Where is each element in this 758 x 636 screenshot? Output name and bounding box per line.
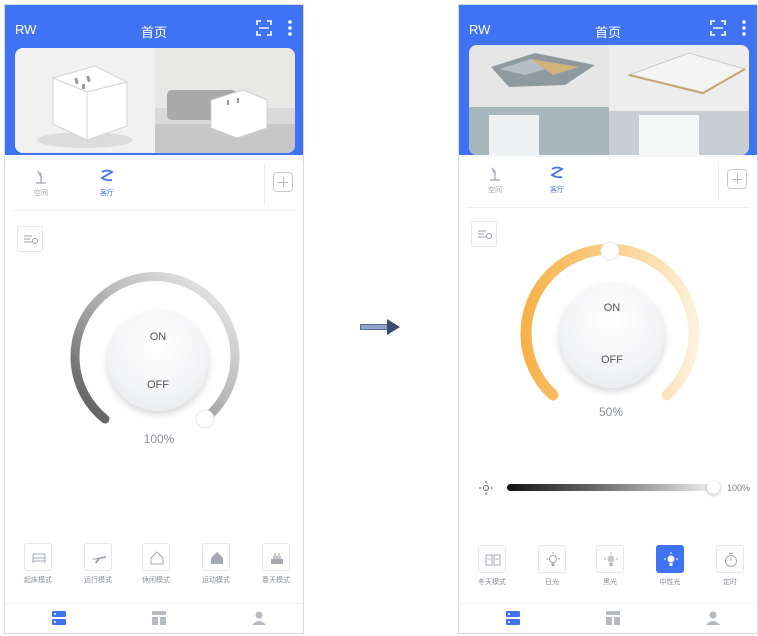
off-label[interactable]: OFF <box>108 379 208 391</box>
on-label[interactable]: ON <box>560 302 664 314</box>
tabs-divider <box>13 210 295 211</box>
home-nav-icon[interactable] <box>505 610 521 626</box>
mode-label: 中性光 <box>659 579 681 586</box>
brightness-icon <box>479 481 493 495</box>
mode-spring[interactable]: 春天模式 <box>259 543 293 585</box>
transition-arrow-icon <box>360 319 400 335</box>
scene-settings-button[interactable] <box>17 226 43 252</box>
bottom-nav <box>459 603 757 633</box>
tab-living-room[interactable]: 客厅 <box>85 166 129 198</box>
mode-label: 运动模式 <box>202 577 230 584</box>
power-knob[interactable]: ON OFF <box>108 311 208 411</box>
tab-divider <box>718 161 719 203</box>
mode-label: 定时 <box>723 579 737 586</box>
mode-label: 春天模式 <box>262 577 290 584</box>
tab-divider <box>264 164 265 206</box>
ceiling-light-image <box>469 45 749 155</box>
book-icon <box>485 554 501 566</box>
room-control-card: 空间 客厅 <box>459 157 757 633</box>
add-room-button[interactable] <box>727 169 747 189</box>
product-banner[interactable] <box>15 48 295 153</box>
mode-warm-light[interactable]: 黑光 <box>593 545 627 587</box>
mode-label: 冬天模式 <box>478 579 506 586</box>
mode-wake[interactable]: 起床模式 <box>21 543 55 585</box>
mode-leisure[interactable]: 休闲模式 <box>139 543 173 585</box>
dial-handle[interactable] <box>195 409 215 429</box>
tab-living-room[interactable]: 客厅 <box>535 163 579 195</box>
brightness-value: 100% <box>727 483 751 493</box>
mode-timer[interactable]: 定时 <box>713 545 747 587</box>
mode-label: 日光 <box>545 579 559 586</box>
mode-winter[interactable]: 冬天模式 <box>475 545 509 587</box>
mode-daylight[interactable]: 日光 <box>535 545 569 587</box>
settings-list-icon <box>478 230 492 239</box>
dial-handle[interactable] <box>600 241 620 261</box>
bulb-icon <box>664 552 678 566</box>
profile-nav-icon[interactable] <box>251 610 267 626</box>
app-header: RW 首页 <box>5 5 303 155</box>
house-filled-icon <box>211 552 223 564</box>
mode-label: 黑光 <box>603 579 617 586</box>
smart-plug-image <box>15 48 295 153</box>
tab-space[interactable]: 空间 <box>19 166 63 198</box>
tab-label: 空间 <box>34 190 48 197</box>
bottom-nav <box>5 603 303 633</box>
bulb-icon <box>546 552 560 566</box>
mode-neutral-light[interactable]: 中性光 <box>653 545 687 587</box>
phone-screen-right: RW 首页 空间 客厅 ON OFF 50% 100% 冬天模式 日光 黑光 中… <box>458 4 758 634</box>
brightness-slider-row: 100% <box>459 479 757 495</box>
bulb-icon <box>604 552 618 566</box>
room-tabs: 空间 客厅 <box>5 160 303 210</box>
house-outline-icon <box>150 551 164 565</box>
tab-label: 客厅 <box>100 190 114 197</box>
timer-icon <box>725 553 737 567</box>
power-knob[interactable]: ON OFF <box>560 284 664 388</box>
tab-label: 客厅 <box>550 187 564 194</box>
tab-space[interactable]: 空间 <box>473 163 517 195</box>
lamp-icon <box>490 167 500 181</box>
brightness-slider-thumb[interactable] <box>707 481 720 494</box>
product-banner[interactable] <box>469 45 749 155</box>
cake-icon <box>271 553 283 564</box>
add-room-button[interactable] <box>273 172 293 192</box>
lamp-icon <box>36 170 46 184</box>
phone-screen-left: RW 首页 空间 客厅 ON OFF 100% 起床模式 远行模式 休闲模式 运… <box>4 4 304 634</box>
room-control-card: 空间 客厅 <box>5 160 303 633</box>
living-room-icon <box>550 166 564 179</box>
brightness-percent: 100% <box>143 432 175 446</box>
more-icon[interactable] <box>741 18 747 38</box>
plane-icon <box>92 556 106 563</box>
brightness-percent: 50% <box>598 405 624 419</box>
tabs-divider <box>467 207 749 208</box>
scenes-nav-icon[interactable] <box>151 610 167 626</box>
scan-icon[interactable] <box>709 19 727 37</box>
scene-settings-button[interactable] <box>471 221 497 247</box>
mode-label: 休闲模式 <box>142 577 170 584</box>
tab-label: 空间 <box>488 187 502 194</box>
mode-travel[interactable]: 远行模式 <box>81 543 115 585</box>
brightness-slider-track[interactable] <box>507 484 715 491</box>
more-icon[interactable] <box>287 18 293 38</box>
scan-icon[interactable] <box>255 19 273 37</box>
app-header: RW 首页 <box>459 5 757 155</box>
bed-icon <box>32 553 46 563</box>
mode-sport[interactable]: 运动模式 <box>199 543 233 585</box>
mode-label: 起床模式 <box>24 577 52 584</box>
mode-label: 远行模式 <box>84 577 112 584</box>
settings-list-icon <box>24 235 38 244</box>
profile-nav-icon[interactable] <box>705 610 721 626</box>
off-label[interactable]: OFF <box>560 354 664 366</box>
room-tabs: 空间 客厅 <box>459 157 757 207</box>
scenes-nav-icon[interactable] <box>605 610 621 626</box>
on-label[interactable]: ON <box>108 331 208 343</box>
home-nav-icon[interactable] <box>51 610 67 626</box>
living-room-icon <box>100 169 114 182</box>
